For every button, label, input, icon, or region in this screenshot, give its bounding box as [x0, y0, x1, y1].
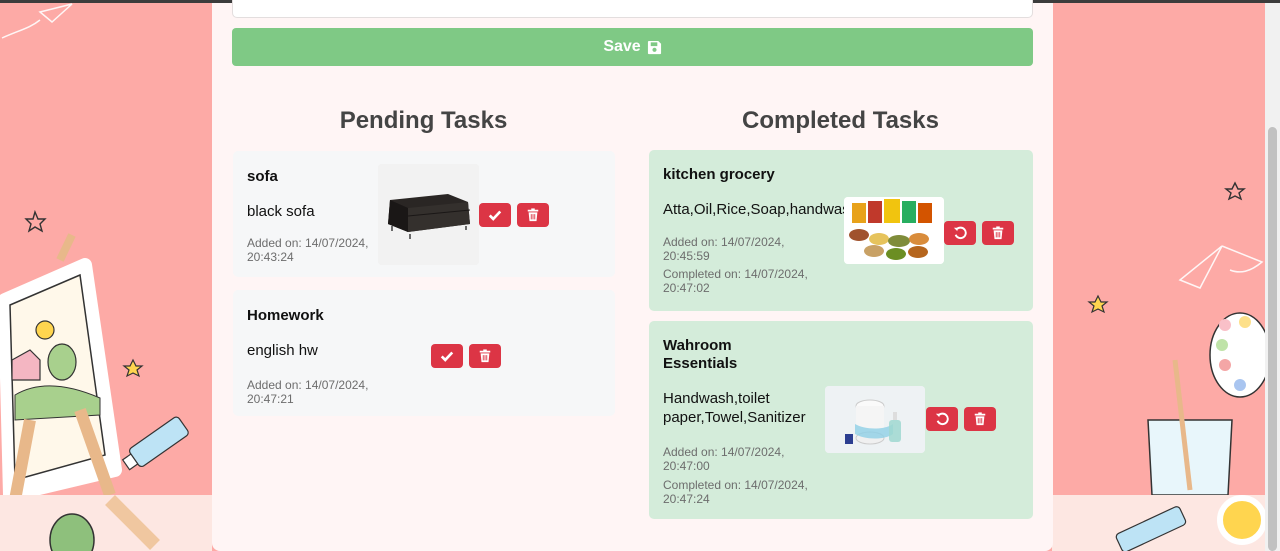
task-title: Homework — [247, 307, 324, 324]
task-description: english hw — [247, 342, 318, 359]
trash-icon — [974, 412, 986, 426]
trash-icon — [527, 208, 539, 222]
task-input-field[interactable] — [232, 0, 1033, 18]
trash-icon — [479, 349, 491, 363]
grocery-image-icon — [844, 197, 944, 264]
task-image — [844, 197, 944, 264]
trash-icon — [992, 226, 1004, 240]
delete-task-button[interactable] — [964, 407, 996, 431]
sofa-image-icon — [378, 164, 479, 265]
undo-icon — [953, 226, 967, 240]
todo-app-container: Save Pending Tasks Completed Tasks sofa … — [212, 0, 1053, 551]
task-title: sofa — [247, 168, 278, 185]
complete-task-button[interactable] — [479, 203, 511, 227]
undo-task-button[interactable] — [926, 407, 958, 431]
check-icon — [488, 210, 502, 221]
undo-icon — [935, 412, 949, 426]
task-title: Wahroom Essentials — [663, 337, 738, 372]
delete-task-button[interactable] — [982, 221, 1014, 245]
task-completed-date: Completed on: 14/07/2024, 20:47:02 — [663, 267, 808, 295]
task-completed-date: Completed on: 14/07/2024, 20:47:24 — [663, 478, 808, 506]
task-image — [825, 386, 925, 453]
floppy-disk-icon — [647, 40, 661, 54]
task-added-date: Added on: 14/07/2024, 20:45:59 — [663, 235, 785, 263]
save-button-label: Save — [603, 38, 641, 55]
task-added-date: Added on: 14/07/2024, 20:43:24 — [247, 236, 369, 264]
task-description: Handwash,toilet paper,Towel,Sanitizer — [663, 390, 806, 426]
scrollbar-thumb[interactable] — [1268, 127, 1277, 551]
completed-tasks-heading: Completed Tasks — [742, 107, 939, 134]
task-image — [378, 164, 479, 265]
complete-task-button[interactable] — [431, 344, 463, 368]
task-description: black sofa — [247, 203, 315, 220]
check-icon — [440, 351, 454, 362]
delete-task-button[interactable] — [469, 344, 501, 368]
pending-task-card: Homework english hw Added on: 14/07/2024… — [233, 290, 615, 416]
undo-task-button[interactable] — [944, 221, 976, 245]
pending-task-card: sofa black sofa Added on: 14/07/2024, 20… — [233, 151, 615, 277]
bathroom-essentials-image-icon — [825, 386, 925, 453]
task-description: Atta,Oil,Rice,Soap,handwash — [663, 201, 845, 218]
page-scrollbar[interactable] — [1265, 3, 1280, 551]
task-added-date: Added on: 14/07/2024, 20:47:21 — [247, 378, 369, 406]
completed-task-card: Wahroom Essentials Handwash,toilet paper… — [649, 321, 1033, 519]
task-added-date: Added on: 14/07/2024, 20:47:00 — [663, 445, 785, 473]
pending-tasks-heading: Pending Tasks — [339, 107, 508, 134]
delete-task-button[interactable] — [517, 203, 549, 227]
completed-task-card: kitchen grocery Atta,Oil,Rice,Soap,handw… — [649, 150, 1033, 311]
save-button[interactable]: Save — [232, 28, 1033, 66]
task-title: kitchen grocery — [663, 166, 775, 183]
